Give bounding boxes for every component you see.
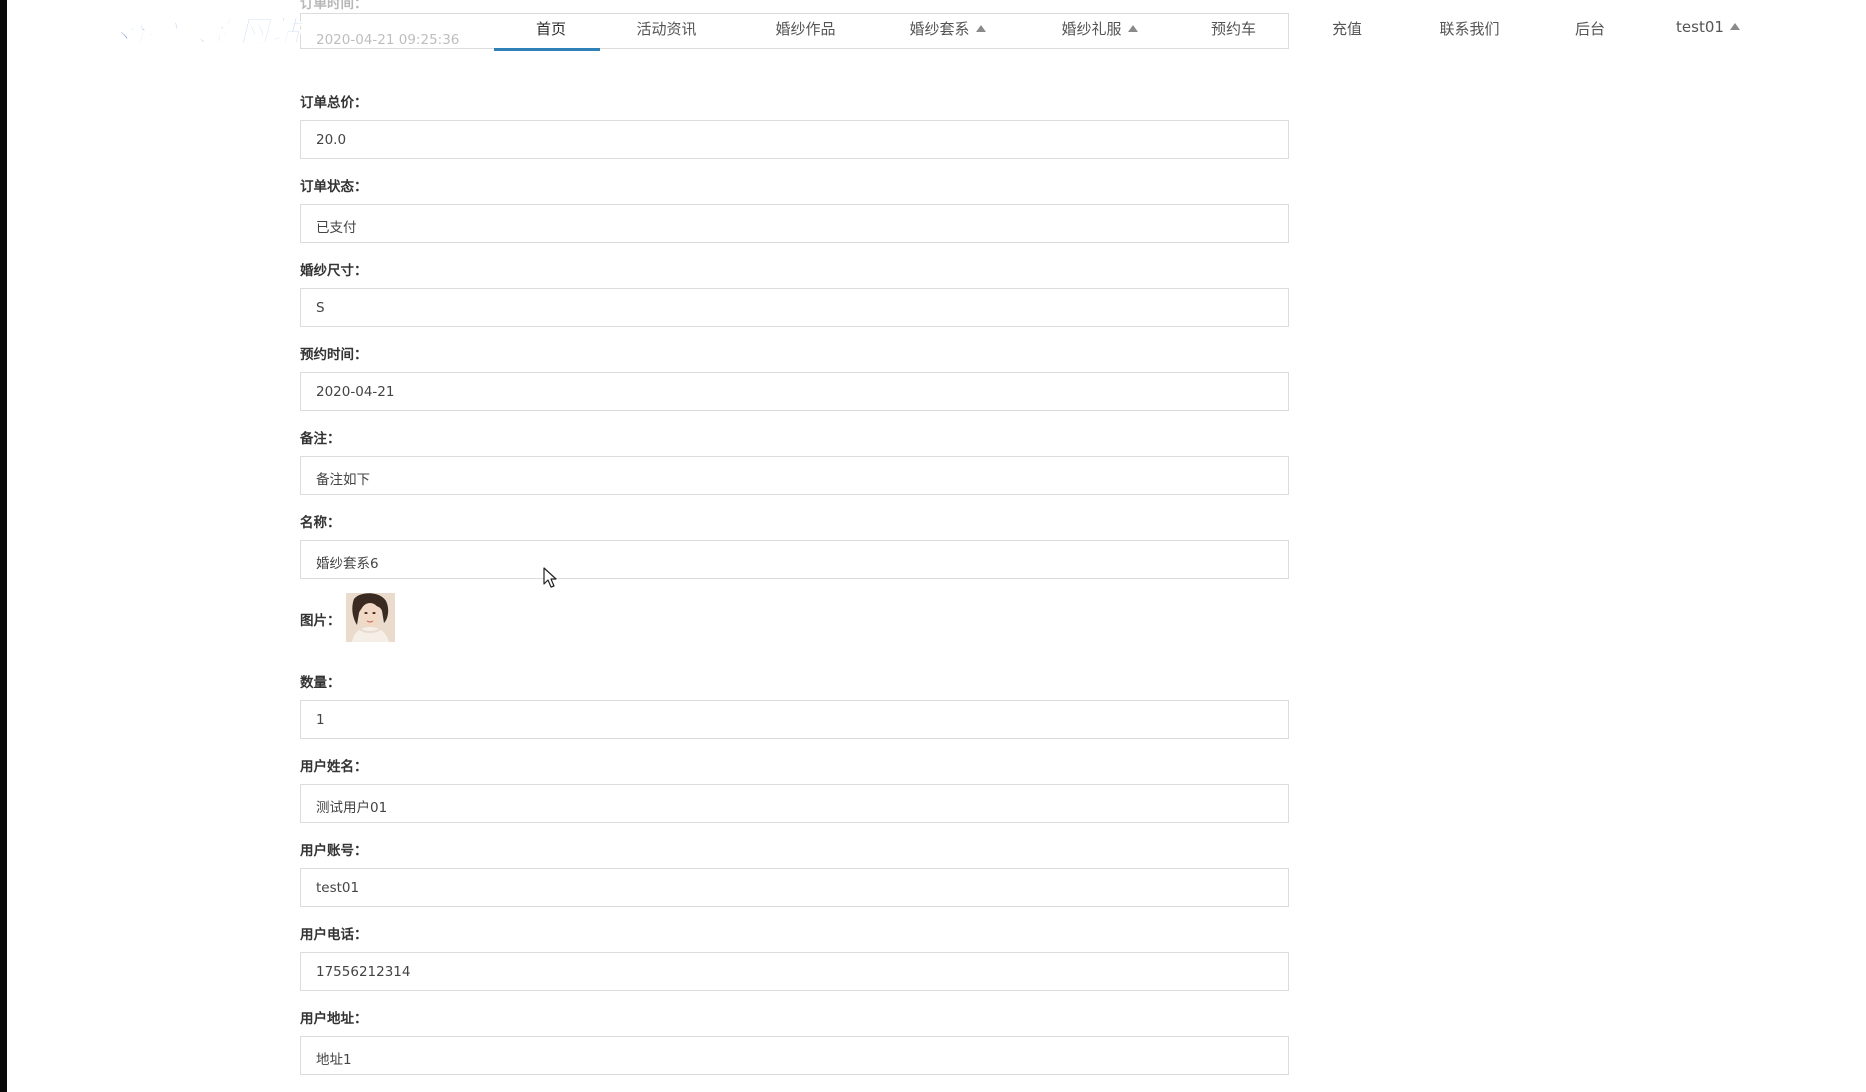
active-tab-indicator: [494, 48, 600, 51]
field-label: 用户账号：: [300, 843, 368, 859]
field-label: 婚纱尺寸：: [300, 263, 368, 279]
name-input[interactable]: 婚纱套系6: [300, 540, 1289, 579]
caret-up-icon: [1729, 23, 1740, 30]
field-label: 订单总价：: [300, 95, 368, 111]
logo-wordmark: 婚纱摄影网站: [116, 14, 305, 49]
user-account-input[interactable]: test01: [300, 868, 1289, 907]
nav-user-menu[interactable]: test01: [1673, 18, 1743, 52]
field-label: 备注：: [300, 431, 341, 447]
nav-recharge[interactable]: 充值: [1327, 18, 1367, 52]
user-address-input[interactable]: 地址1: [300, 1036, 1289, 1075]
quantity-input[interactable]: 1: [300, 700, 1289, 739]
nav-news[interactable]: 活动资讯: [629, 18, 704, 52]
field-value: 20.0: [316, 132, 347, 148]
appointment-time-input[interactable]: 2020-04-21: [300, 372, 1289, 411]
field-label: 用户电话：: [300, 927, 368, 943]
user-phone-input[interactable]: 17556212314: [300, 952, 1289, 991]
site-logo[interactable]: 婚纱摄影网站: [116, 10, 316, 52]
nav-admin[interactable]: 后台: [1570, 18, 1610, 52]
field-label: 订单状态：: [300, 179, 368, 195]
nav-works[interactable]: 婚纱作品: [768, 18, 843, 52]
caret-up-icon: [975, 25, 986, 32]
field-value: 已支付: [316, 220, 357, 236]
field-value: 1: [316, 712, 325, 728]
field-label: 用户地址：: [300, 1011, 368, 1027]
field-value: 备注如下: [316, 472, 370, 488]
field-value: test01: [316, 880, 360, 896]
product-image: [346, 593, 395, 642]
field-value: 2020-04-21: [316, 384, 395, 400]
field-value: 地址1: [316, 1052, 352, 1068]
field-value: S: [316, 300, 325, 316]
total-price-input[interactable]: 20.0: [300, 120, 1289, 159]
caret-up-icon: [1127, 25, 1138, 32]
portrait-thumbnail: [346, 593, 395, 642]
logo-text: 婚纱摄影网站: [116, 14, 305, 48]
field-value: 17556212314: [316, 964, 411, 980]
field-value: 测试用户01: [316, 800, 388, 816]
nav-home[interactable]: 首页: [523, 18, 579, 52]
field-label-image: 图片：: [300, 613, 341, 629]
field-label: 名称：: [300, 515, 341, 531]
nav-contact[interactable]: 联系我们: [1432, 18, 1507, 52]
user-name-input[interactable]: 测试用户01: [300, 784, 1289, 823]
order-status-input[interactable]: 已支付: [300, 204, 1289, 243]
top-navbar: 婚纱摄影网站 首页 活动资讯 婚纱作品 婚纱套系 婚纱礼服 预约车 充值 联系我…: [7, 0, 1866, 56]
field-label: 用户姓名：: [300, 759, 368, 775]
nav-dresses[interactable]: 婚纱礼服: [1052, 18, 1147, 52]
field-label: 预约时间：: [300, 347, 368, 363]
nav-packages[interactable]: 婚纱套系: [900, 18, 995, 52]
mouse-cursor-icon: [543, 567, 557, 588]
remark-input[interactable]: 备注如下: [300, 456, 1289, 495]
left-window-edge: [0, 0, 7, 1092]
field-label: 数量：: [300, 675, 341, 691]
field-value: 婚纱套系6: [316, 556, 379, 572]
dress-size-input[interactable]: S: [300, 288, 1289, 327]
nav-booking-car[interactable]: 预约车: [1206, 18, 1261, 52]
